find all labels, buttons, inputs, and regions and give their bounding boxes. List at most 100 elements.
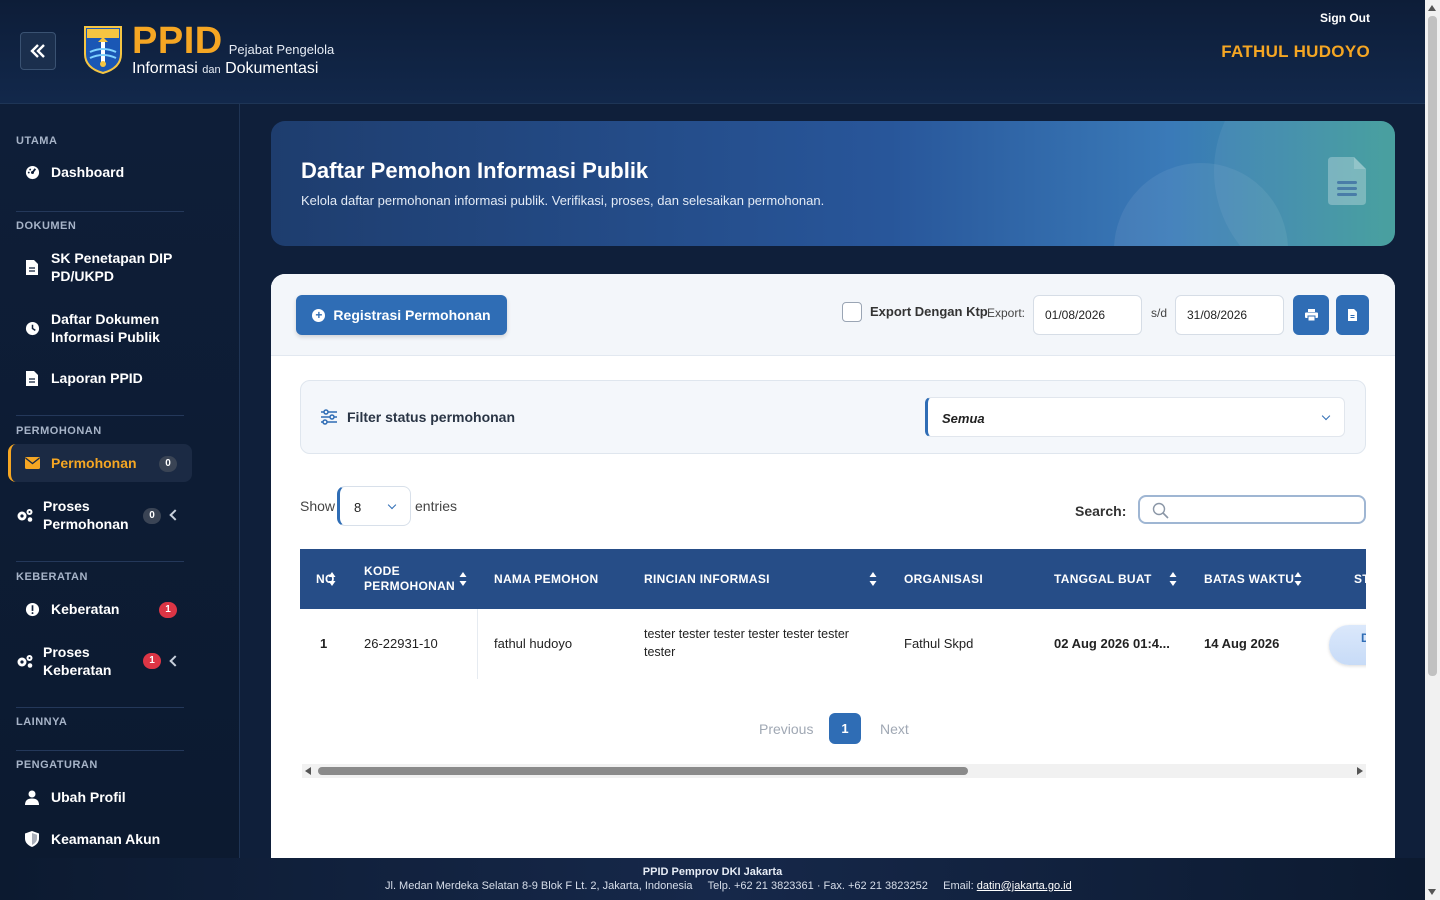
scroll-left-icon[interactable] [305, 767, 311, 775]
exclamation-circle-icon [25, 602, 39, 616]
column-header-tanggal[interactable]: TANGGAL BUAT [1054, 549, 1152, 609]
permohonan-table: NO KODE PERMOHONAN NAMA PEMOHON RINCIAN … [300, 549, 1366, 679]
cell-no: 1 [320, 636, 328, 651]
table-horizontal-scrollbar[interactable] [302, 764, 1366, 778]
sort-icon[interactable] [869, 571, 877, 587]
page-size-select[interactable]: 8 [337, 486, 411, 526]
top-header: PPID Pejabat Pengelola Informasi dan Dok… [0, 0, 1425, 104]
ppid-logo[interactable]: PPID Pejabat Pengelola Informasi dan Dok… [82, 20, 335, 78]
sort-icon[interactable] [328, 571, 336, 587]
export-date-from-input[interactable]: 01/08/2026 [1033, 295, 1142, 335]
date-range-separator: s/d [1151, 306, 1168, 320]
sidebar-collapse-button[interactable] [20, 32, 56, 70]
file-icon [26, 259, 38, 275]
cell-nama: fathul hudoyo [494, 636, 573, 651]
column-header-status[interactable]: ST [1354, 549, 1366, 609]
status-filter-select[interactable]: Semua [925, 397, 1345, 437]
sidebar-item-laporan[interactable]: Laporan PPID [8, 369, 192, 387]
column-header-kode[interactable]: KODE PERMOHONAN [364, 549, 459, 609]
table-row[interactable]: 1 26-22931-10 fathul hudoyo tester teste… [300, 609, 1366, 679]
sort-icon[interactable] [459, 571, 467, 587]
footer-phone: Telp. +62 21 3823361 · Fax. +62 21 38232… [707, 880, 928, 892]
export-file-button[interactable] [1336, 295, 1369, 335]
pagination-previous[interactable]: Previous [759, 721, 813, 737]
page-hero-banner: Daftar Pemohon Informasi Publik Kelola d… [271, 121, 1395, 246]
sort-icon[interactable] [1169, 571, 1177, 587]
pagination-next[interactable]: Next [880, 721, 909, 737]
sidebar-item-daftar-dokumen[interactable]: Daftar Dokumen Informasi Publik [8, 310, 192, 346]
sidebar-item-label: Permohonan [51, 455, 137, 471]
user-name: FATHUL HUDOYO [1221, 42, 1370, 61]
permohonan-card: + Registrasi Permohonan Export Dengan Kt… [271, 274, 1395, 874]
sidebar-item-label: Keberatan [51, 601, 120, 617]
footer-email-label: Email: [943, 880, 974, 892]
sidebar-divider [16, 415, 184, 416]
logo-ppid-text: PPID [132, 20, 223, 62]
sidebar-divider [16, 707, 184, 708]
main-content: Daftar Pemohon Informasi Publik Kelola d… [241, 104, 1425, 874]
sidebar-item-label: Ubah Profil [51, 789, 126, 805]
sidebar-section-pengaturan: PENGATURAN [16, 759, 98, 771]
export-ktp-label: Export Dengan Ktp [870, 304, 988, 319]
export-date-to-input[interactable]: 31/08/2026 [1175, 295, 1284, 335]
print-icon [1304, 309, 1318, 321]
export-ktp-checkbox[interactable] [842, 302, 862, 322]
scroll-right-icon[interactable] [1357, 767, 1363, 775]
jakarta-emblem-icon [84, 26, 122, 74]
page-scrollbar-thumb[interactable] [1428, 16, 1437, 676]
sidebar-item-label: Proses Permohonan [43, 498, 129, 532]
sliders-icon [321, 409, 337, 425]
chevron-down-icon [1321, 411, 1331, 421]
scroll-up-icon[interactable] [1428, 5, 1436, 11]
registrasi-permohonan-button[interactable]: + Registrasi Permohonan [296, 295, 507, 335]
file-export-icon [1348, 309, 1357, 321]
footer-contact: Jl. Medan Merdeka Selatan 8-9 Blok F Lt.… [385, 880, 1072, 892]
sidebar-divider [16, 561, 184, 562]
clock-icon [25, 321, 39, 335]
sort-icon[interactable] [1294, 571, 1302, 587]
sidebar-item-dashboard[interactable]: Dashboard [8, 163, 192, 181]
footer-address: Jl. Medan Merdeka Selatan 8-9 Blok F Lt.… [385, 880, 693, 892]
pagination-page-1[interactable]: 1 [829, 713, 861, 744]
column-header-organisasi[interactable]: ORGANISASI [904, 549, 983, 609]
export-label: Export: [987, 306, 1026, 320]
status-badge[interactable]: D P [1329, 625, 1366, 665]
column-divider [477, 609, 478, 679]
sidebar-item-proses-keberatan[interactable]: Proses Keberatan [8, 642, 192, 680]
print-button[interactable] [1293, 295, 1329, 335]
page-size-value: 8 [354, 500, 362, 515]
status-filter-value: Semua [942, 411, 985, 426]
registrasi-permohonan-label: Registrasi Permohonan [333, 307, 491, 323]
cell-tanggal: 02 Aug 2026 01:4... [1054, 636, 1170, 651]
sidebar-item-proses-permohonan[interactable]: Proses Permohonan [8, 496, 192, 534]
shield-icon [25, 831, 39, 847]
sidebar-item-sk-penetapan[interactable]: SK Penetapan DIP PD/UKPD [8, 249, 192, 285]
sidebar-item-label: Keamanan Akun [51, 831, 161, 847]
scroll-down-icon[interactable] [1428, 889, 1436, 895]
sidebar-section-utama: UTAMA [16, 135, 58, 147]
sidebar-section-permohonan: PERMOHONAN [16, 425, 102, 437]
page-footer: PPID Pemprov DKI Jakarta Jl. Medan Merde… [0, 858, 1425, 900]
search-input[interactable] [1138, 495, 1366, 524]
sign-out-link[interactable]: Sign Out [1320, 11, 1370, 25]
column-header-rincian[interactable]: RINCIAN INFORMASI [644, 549, 770, 609]
entries-label: entries [415, 498, 458, 514]
column-header-nama[interactable]: NAMA PEMOHON [494, 549, 599, 609]
gears-icon [17, 655, 33, 668]
document-icon [1328, 157, 1366, 205]
page-scrollbar[interactable] [1425, 0, 1440, 900]
status-filter-panel: Filter status permohonan Semua [300, 380, 1366, 454]
hero-decor-circle [1214, 121, 1395, 246]
proses-permohonan-count-badge: 0 [143, 508, 161, 524]
table-scrollbar-thumb[interactable] [318, 767, 968, 775]
column-header-batas[interactable]: BATAS WAKTU [1204, 549, 1296, 609]
sidebar-item-keamanan-akun[interactable]: Keamanan Akun [8, 830, 192, 848]
logo-subtitle: Pejabat Pengelola [228, 42, 335, 57]
cell-rincian: tester tester tester tester tester teste… [644, 627, 849, 659]
footer-email-link[interactable]: datin@jakarta.go.id [977, 880, 1072, 892]
sidebar-item-ubah-profil[interactable]: Ubah Profil [8, 788, 192, 806]
sidebar-section-dokumen: DOKUMEN [16, 220, 77, 232]
user-icon [25, 790, 39, 805]
sidebar-item-label: Daftar Dokumen Informasi Publik [51, 311, 160, 345]
gears-icon [17, 509, 33, 522]
